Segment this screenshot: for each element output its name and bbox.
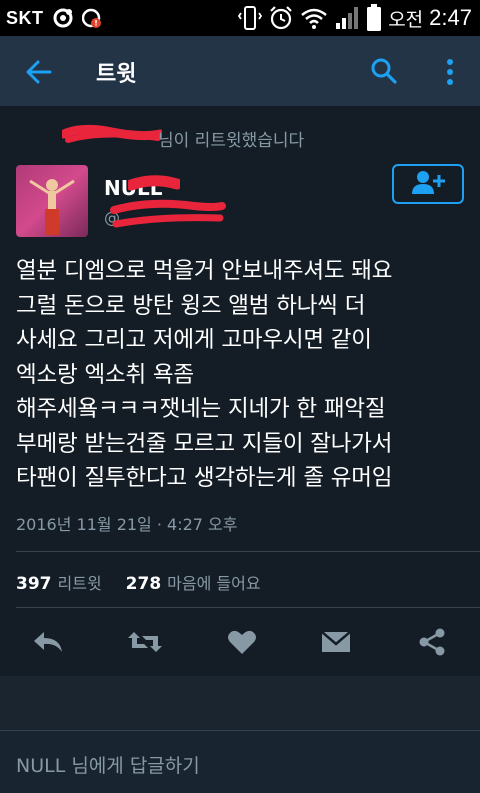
status-ampm: 오전 [388, 9, 424, 31]
more-vertical-icon[interactable] [440, 56, 460, 88]
avatar[interactable] [16, 165, 88, 237]
search-icon[interactable] [370, 57, 398, 85]
redaction-mark [110, 196, 230, 240]
retweet-count-label: 리트윗 [57, 574, 102, 593]
app-bar: 트윗 [0, 36, 480, 106]
add-user-icon [411, 169, 445, 199]
alarm-icon [268, 5, 294, 31]
tweet-text: 열분 디엠으로 먹을거 안보내주셔도 돼요 그럴 돈으로 방탄 윙즈 앨범 하나… [16, 258, 393, 491]
battery-icon [366, 4, 382, 32]
page-title: 트윗 [96, 62, 137, 87]
share-icon[interactable] [416, 628, 448, 656]
direct-message-icon[interactable] [320, 628, 352, 656]
divider [16, 551, 480, 552]
arrow-left-icon[interactable] [24, 58, 52, 86]
like-count[interactable]: 278 [126, 574, 162, 594]
signal-icon [334, 5, 360, 31]
retweet-count[interactable]: 397 [16, 574, 52, 594]
wifi-icon [300, 6, 328, 30]
like-count-label: 마음에 들어요 [167, 574, 261, 593]
retweet-icon[interactable] [126, 628, 164, 656]
tweet-stats: 397 리트윗 278 마음에 들어요 [16, 570, 261, 594]
tmap-icon [52, 7, 74, 29]
status-bar: SKT 오전 2:47 [0, 0, 480, 36]
divider [16, 607, 480, 608]
carrier-label: SKT [6, 7, 44, 28]
tweet-timestamp: 2016년 11월 21일 · 4:27 오후 [16, 515, 238, 534]
notification-badge-icon [81, 7, 102, 29]
conversation-area [0, 676, 480, 730]
follow-button[interactable] [392, 164, 464, 204]
reply-icon[interactable] [32, 628, 64, 656]
tweet-action-bar [0, 622, 480, 662]
vibrate-icon [238, 5, 263, 31]
status-time: 2:47 [429, 5, 472, 30]
reply-input[interactable]: NULL 님에게 답글하기 [0, 730, 480, 793]
heart-icon[interactable] [226, 628, 258, 656]
retweet-notice: 님이 리트윗했습니다 [158, 131, 305, 151]
reply-placeholder: NULL 님에게 답글하기 [16, 755, 200, 777]
